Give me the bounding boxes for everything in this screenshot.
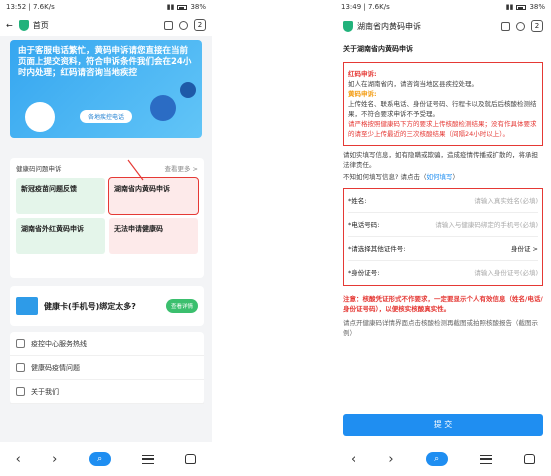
- virus-icon: [150, 95, 176, 121]
- view-detail-button[interactable]: 查看详情: [165, 299, 198, 313]
- yellow-code-title: 黄码申诉:: [348, 90, 377, 98]
- refresh-icon[interactable]: [179, 20, 188, 30]
- cdc-phone-button[interactable]: 各地疾控电话: [80, 110, 133, 123]
- vaccine-feedback-tile[interactable]: 新冠疫苗问题反馈: [16, 178, 105, 214]
- tag-icon: [16, 363, 25, 372]
- menu-list: 疫控中心服务热线 健康码疫情问题 关于我们: [10, 332, 204, 404]
- signal-icon: ▮▮: [505, 3, 514, 11]
- search-icon[interactable]: ⌕: [88, 452, 111, 466]
- battery-icon: [177, 4, 188, 10]
- yellow-code-warning: 请严格按照健康码下方的要求上传核酸检测结果；没有作具体要求的请至少上传最近的三次…: [348, 120, 537, 138]
- how-to-fill-link[interactable]: 如何填写: [427, 173, 453, 181]
- menu-icon[interactable]: [142, 454, 154, 464]
- section-title: 健康码问题申诉: [16, 165, 62, 173]
- doctor-illustration: [25, 102, 55, 132]
- id-number-field[interactable]: *身份证号: 请输入身份证号(必填): [348, 261, 538, 285]
- upload-hint: 请点开健康码详情界面点击核酸检测再截图或拍照核酸报告（截图示例）: [343, 319, 538, 337]
- shield-icon: [18, 19, 29, 31]
- virus-icon: [180, 82, 196, 98]
- appeal-form: *姓名: 请输入真实姓名(必填) *电话号码: 请输入与健康码绑定的手机号(必填) …: [343, 188, 543, 286]
- attention-note: 注意：核酸凭证形式不作要求，一定要显示个人有效信息（姓名/电话/身份证号码），以…: [343, 295, 543, 313]
- info-icon: [16, 387, 25, 396]
- id-card-icon: [16, 297, 38, 315]
- signal-icon: ▮▮: [166, 3, 175, 11]
- status-bar: 13:52 | 7.6K/s ▮▮ 38%: [0, 0, 212, 14]
- rules-box: 红码申诉: 如人在湖南省内，请咨询当地区县疾控处理。 黄码申诉: 上传姓名、联系…: [343, 62, 543, 146]
- bind-card-banner[interactable]: 健康卡(手机号)绑定太多? 查看详情: [10, 286, 204, 326]
- search-icon[interactable]: ⌕: [425, 452, 448, 466]
- id-type-select[interactable]: *请选择其他证件号: 身份证 >: [348, 237, 538, 261]
- forward-icon[interactable]: ›: [52, 452, 57, 467]
- appeal-content: 关于湖南省内黄码申诉 红码申诉: 如人在湖南省内，请咨询当地区县疾控处理。 黄码…: [335, 38, 551, 338]
- how-to-fill: 不知如何填写信息? 请点击（如何填写）: [343, 173, 460, 181]
- red-code-title: 红码申诉:: [348, 70, 377, 78]
- list-item[interactable]: 疫控中心服务热线: [10, 332, 204, 356]
- left-screen: 13:52 | 7.6K/s ▮▮ 38% ← 首页 2 由于客服电话繁忙，黄码申…: [0, 0, 212, 476]
- bind-label: 健康卡(手机号)绑定太多?: [44, 301, 136, 311]
- phone-icon: [16, 339, 25, 348]
- browser-nav: 湖南省内黄码申诉 2: [335, 14, 551, 38]
- see-more-link[interactable]: 查看更多 >: [164, 163, 198, 173]
- submit-button[interactable]: 提 交: [343, 414, 543, 436]
- appeal-section: 健康码问题申诉 查看更多 > 新冠疫苗问题反馈 湖南省内黄码申诉 湖南省外红黄码申…: [10, 158, 204, 278]
- banner-text: 由于客服电话繁忙，黄码申诉请您直接在当前页面上提交资料，符合申诉条件我们会在24…: [18, 46, 192, 78]
- home-icon[interactable]: [523, 454, 535, 464]
- status-bar: 13:49 | 7.6K/s ▮▮ 38%: [335, 0, 551, 14]
- list-item[interactable]: 健康码疫情问题: [10, 356, 204, 380]
- name-field[interactable]: *姓名: 请输入真实姓名(必填): [348, 189, 538, 213]
- bottom-nav: ‹ › ⌕: [0, 442, 212, 476]
- yellow-code-appeal-tile[interactable]: 湖南省内黄码申诉: [108, 177, 199, 215]
- back-icon[interactable]: ‹: [351, 452, 356, 467]
- notice-banner[interactable]: 由于客服电话繁忙，黄码申诉请您直接在当前页面上提交资料，符合申诉条件我们会在24…: [10, 40, 202, 138]
- address-bar[interactable]: 湖南省内黄码申诉: [343, 20, 495, 32]
- bottom-nav: ‹ › ⌕: [335, 442, 551, 476]
- battery-icon: [516, 4, 527, 10]
- shield-icon: [343, 20, 353, 32]
- cannot-apply-tile[interactable]: 无法申请健康码: [109, 218, 198, 254]
- yellow-code-body: 上传姓名、联系电话、身份证号码、行程卡以及就后后核酸检测结果，不符合要求申诉不予…: [348, 100, 537, 118]
- tabs-button[interactable]: 2: [194, 19, 206, 31]
- home-icon[interactable]: [185, 454, 197, 464]
- refresh-icon[interactable]: [516, 21, 525, 31]
- bookmark-icon[interactable]: [501, 21, 510, 31]
- bookmark-icon[interactable]: [164, 20, 173, 30]
- back-icon[interactable]: ‹: [16, 452, 21, 467]
- right-screen: 13:49 | 7.6K/s ▮▮ 38% 湖南省内黄码申诉 2 关于湖南省内黄码…: [335, 0, 551, 476]
- red-code-body: 如人在湖南省内，请咨询当地区县疾控处理。: [348, 80, 478, 88]
- phone-field[interactable]: *电话号码: 请输入与健康码绑定的手机号(必填): [348, 213, 538, 237]
- honesty-note: 请如实填写信息，如有隐瞒或欺骗，造成疫情传播或扩散的，将承担法律责任。: [343, 151, 538, 169]
- address-bar[interactable]: 首页: [18, 19, 158, 31]
- list-item[interactable]: 关于我们: [10, 380, 204, 404]
- menu-icon[interactable]: [479, 454, 492, 464]
- forward-icon[interactable]: ›: [388, 452, 393, 467]
- back-arrow-icon[interactable]: ←: [6, 21, 13, 30]
- tabs-button[interactable]: 2: [531, 20, 543, 32]
- outside-province-appeal-tile[interactable]: 湖南省外红黄码申诉: [16, 218, 105, 254]
- browser-nav: ← 首页 2: [0, 14, 212, 36]
- page-title: 关于湖南省内黄码申诉: [343, 45, 413, 53]
